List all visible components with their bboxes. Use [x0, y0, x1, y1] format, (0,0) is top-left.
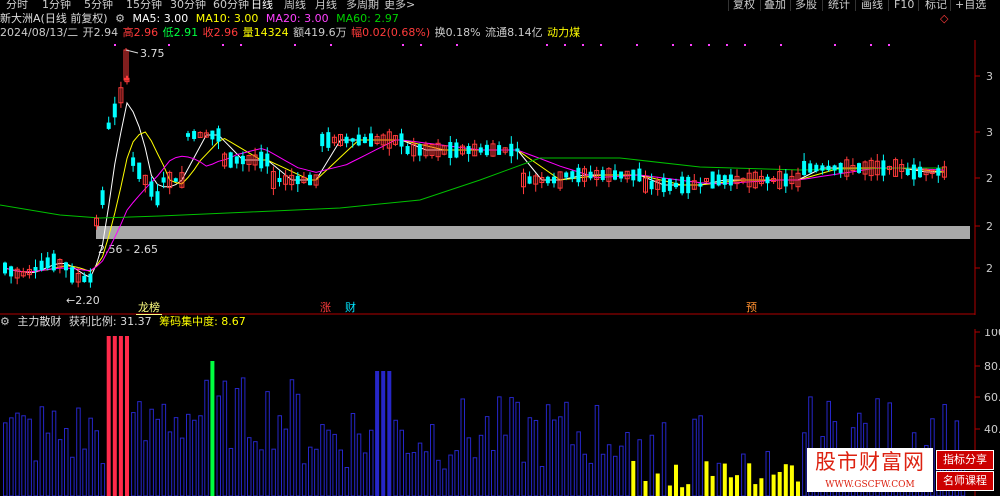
ma20-value: MA20: 3.00 — [265, 12, 329, 25]
f10-button[interactable]: F10 — [894, 0, 914, 11]
diamond-icon[interactable]: ◇ — [940, 12, 948, 25]
period-tab-30min[interactable]: 30分钟 — [170, 0, 206, 11]
low-price: 低2.91 — [162, 26, 199, 39]
axis-tick: 60. — [984, 391, 1000, 404]
period-tab-5min[interactable]: 5分钟 — [84, 0, 113, 11]
axis-tick: 3 — [986, 126, 993, 139]
axis-tick: 2 — [986, 262, 993, 275]
axis-tick: 2 — [986, 220, 993, 233]
indicator-info-line: 新大洲A(日线 前复权) ⚙ MA5: 3.00 MA10: 3.00 MA20… — [0, 12, 980, 26]
close-price: 收2.96 — [202, 26, 239, 39]
event-badge-limit-up[interactable]: 涨 — [318, 301, 333, 314]
teacher-course-tag[interactable]: 名师课程 — [936, 471, 994, 491]
restore-rights-button[interactable]: 复权 — [733, 0, 755, 11]
overlay-button[interactable]: 叠加 — [764, 0, 786, 11]
high-annotation: 3.75 — [140, 47, 165, 60]
stock-name: 新大洲A(日线 前复权) — [0, 12, 108, 25]
ma60-value: MA60: 2.97 — [336, 12, 399, 25]
mark-button[interactable]: 标记 — [925, 0, 947, 11]
period-tab-fenshi[interactable]: 分时 — [6, 0, 28, 11]
quote-date: 2024/08/13/二 — [0, 26, 79, 39]
change-value: 幅0.02(0.68%) — [351, 26, 431, 39]
ma10-value: MA10: 3.00 — [195, 12, 259, 25]
concept-tag[interactable]: 动力煤 — [547, 26, 580, 40]
axis-tick: 3 — [986, 70, 993, 83]
period-tab-15min[interactable]: 15分钟 — [126, 0, 162, 11]
period-tab-monthly[interactable]: 月线 — [315, 0, 337, 11]
event-badge-finance[interactable]: 财 — [343, 301, 358, 314]
axis-tick: 80. — [984, 360, 1000, 373]
support-band — [96, 226, 970, 239]
price-info-line: 2024/08/13/二 开2.94 高2.96 低2.91 收2.96 量14… — [0, 26, 980, 40]
period-tab-weekly[interactable]: 周线 — [284, 0, 306, 11]
sub-indicator-name: 主力散财 — [17, 315, 62, 328]
site-watermark: 股市财富网 — [807, 448, 933, 482]
period-tab-60min[interactable]: 60分钟 — [213, 0, 249, 11]
period-tab-daily[interactable]: 日线 — [251, 0, 273, 11]
chip-concentration: 筹码集中度: 8.67 — [159, 315, 246, 328]
axis-tick: 100 — [984, 329, 1000, 339]
event-badge-forecast[interactable]: 预 — [744, 301, 759, 314]
settings-icon[interactable]: ⚙ — [0, 315, 10, 329]
kline-chart[interactable]: 3 3 2 2 2 2.56 - 2.65 3.75 ←2.20 — [0, 40, 1000, 315]
sub-indicator-header: ⚙ 主力散财 获利比例: 31.37 筹码集中度: 8.67 — [0, 315, 900, 329]
turnover-value: 换0.18% — [434, 26, 481, 39]
axis-tick: 40. — [984, 423, 1000, 436]
settings-icon[interactable]: ⚙ — [115, 12, 125, 26]
period-toolbar: 分时 1分钟 5分钟 15分钟 30分钟 60分钟 日线 周线 月线 多周期 更… — [0, 0, 1000, 11]
sub-axis: 100 80. 60. 40. — [975, 329, 1000, 436]
period-tab-multi[interactable]: 多周期 — [346, 0, 379, 11]
period-tab-1min[interactable]: 1分钟 — [42, 0, 71, 11]
price-axis: 3 3 2 2 2 — [975, 70, 993, 275]
low-annotation: ←2.20 — [66, 294, 100, 307]
draw-line-button[interactable]: 画线 — [861, 0, 883, 11]
period-tab-more[interactable]: 更多> — [384, 0, 415, 11]
float-value: 流通8.14亿 — [485, 26, 543, 39]
high-price: 高2.96 — [122, 26, 159, 39]
amount-value: 额419.6万 — [293, 26, 347, 39]
event-badge-dragon[interactable]: 龙榜 — [136, 301, 162, 315]
ma5-value: MA5: 3.00 — [132, 12, 189, 25]
band-label: 2.56 - 2.65 — [98, 243, 158, 256]
multi-stock-button[interactable]: 多股 — [795, 0, 817, 11]
signal-markers — [114, 44, 890, 46]
profit-ratio: 获利比例: 31.37 — [68, 315, 152, 328]
axis-tick: 2 — [986, 172, 993, 185]
open-price: 开2.94 — [82, 26, 119, 39]
statistics-button[interactable]: 统计 — [828, 0, 850, 11]
add-watchlist-button[interactable]: +自选 — [955, 0, 986, 11]
volume-value: 量14324 — [242, 26, 289, 39]
site-url: WWW.GSCFW.COM — [807, 478, 933, 492]
indicator-share-tag[interactable]: 指标分享 — [936, 450, 994, 470]
